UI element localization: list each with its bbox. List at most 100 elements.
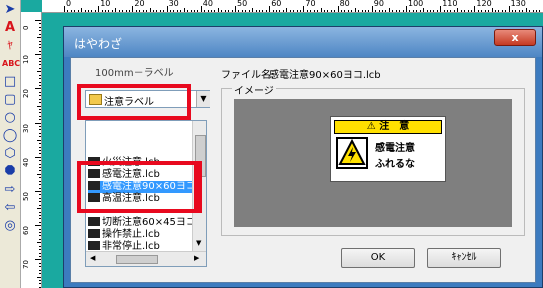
arrow-right-icon[interactable]: ⇨ [2,182,18,198]
ruler-tick [39,214,41,216]
ruler-tick [39,180,41,182]
ruler-tick [498,10,500,12]
ruler-tick [378,10,380,12]
circle-icon[interactable]: ◯ [2,128,18,144]
octagon-icon[interactable]: ⯃ [2,164,18,180]
ruler-tick [255,10,257,12]
arrow-left-icon[interactable]: ⇦ [2,200,18,216]
close-button[interactable]: x [494,29,536,46]
ok-button[interactable]: OK [341,248,415,268]
ruler-tick [39,218,41,220]
cancel-button[interactable]: ｷｬﾝｾﾙ [427,248,501,268]
ruler-tick [412,10,414,12]
preview-label: イメージ [232,82,276,97]
ruler-tick [39,266,41,268]
ruler-tick [39,26,41,28]
ruler-tick [39,136,41,138]
ruler-tick [248,10,250,12]
abc-text-icon[interactable]: ABC [2,56,20,72]
ruler-tick [224,10,226,12]
ruler-tick [115,8,117,12]
ruler-tick [306,10,308,12]
ruler-tick [327,10,329,12]
ruler-tick [74,10,76,12]
text-icon[interactable]: A [2,20,18,36]
scroll-right-icon[interactable]: ▶ [194,254,199,262]
shock-icon-frame [336,137,368,169]
circle-outline-icon[interactable]: ◎ [2,218,18,234]
ruler-tick [39,115,41,117]
ruler-tick [429,10,431,12]
ruler-tick [460,10,462,12]
file-list-item[interactable]: 操作禁止.lcb [88,229,160,241]
ruler-tick [39,108,41,110]
ruler-tick [180,10,182,12]
pointer-icon[interactable]: ➤ [2,2,18,18]
title-bar[interactable]: はやわざ x [64,27,542,57]
rotated-text-icon[interactable]: ﾔ [2,38,18,54]
file-list-item[interactable]: 切断注意60×45ヨコ [88,217,196,229]
horizontal-thumb[interactable] [116,255,158,264]
ruler-tick [87,10,89,12]
ruler-tick [320,8,322,12]
ruler-tick [128,10,130,12]
ruler-tick [440,6,442,12]
ruler-tick [170,10,172,12]
ruler-tick [39,245,41,247]
ruler-number: 10 [22,55,30,65]
ruler-tick [39,40,41,42]
ruler-tick [423,8,425,12]
ruler-tick [39,177,41,179]
ruler-tick [416,10,418,12]
ruler-tick [39,221,41,223]
ruler-tick [39,170,41,172]
ruler-tick [35,225,41,227]
ruler-tick [39,102,41,104]
ruler-number: 110 [442,0,458,8]
highlight-file [77,161,202,213]
hexagon-icon[interactable]: ⬡ [2,146,18,162]
ruler-tick [532,10,534,12]
ruler-tick [39,78,41,80]
ruler-tick [37,173,41,175]
ruler-tick [252,8,254,12]
ruler-tick [39,194,41,196]
horizontal-scrollbar[interactable]: ◀ ▶ [86,251,206,266]
ruler-tick [39,47,41,49]
scroll-down-icon[interactable]: ▼ [196,239,201,247]
top-ruler: 0102030405060708090100110120130140 [42,0,543,13]
ruler-tick [166,6,168,12]
ruler-tick [39,64,41,66]
warning-triangle-icon: ⚠ [366,121,376,132]
highlight-category [77,84,191,120]
rectangle-icon[interactable]: □ [2,74,18,90]
ruler-tick [364,10,366,12]
ruler-tick [494,10,496,12]
ruler-tick [39,112,41,114]
ruler-tick [91,10,93,12]
ruler-tick [197,10,199,12]
ruler-tick [375,10,377,12]
ruler-tick [139,10,141,12]
ruler-tick [39,67,41,69]
ellipse-icon[interactable]: ○ [2,110,18,126]
ruler-tick [39,43,41,45]
ruler-tick [39,153,41,155]
ruler-tick [39,129,41,131]
chevron-down-icon[interactable]: ▼ [196,91,210,107]
ruler-tick [39,249,41,251]
ruler-tick [37,105,41,107]
ruler-tick [235,6,236,12]
scroll-left-icon[interactable]: ◀ [90,254,95,262]
ruler-tick [385,10,387,12]
ruler-tick [39,232,41,234]
ruler-tick [447,10,449,12]
ruler-tick [132,6,134,12]
label-file-icon [88,229,100,238]
ruler-tick [488,10,490,12]
ruler-tick [37,37,41,39]
ruler-tick [125,10,127,12]
rounded-rectangle-icon[interactable]: ▢ [2,92,18,108]
ruler-tick [491,8,493,12]
ruler-tick [286,8,288,12]
